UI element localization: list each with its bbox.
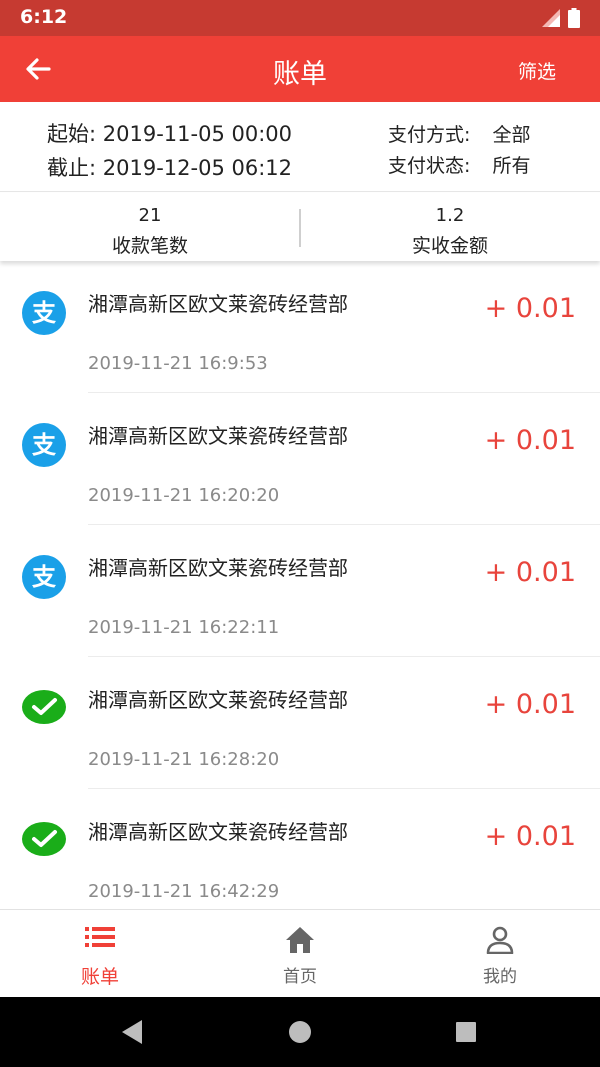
app-bar: 账单 筛选	[0, 36, 600, 102]
system-nav-bar	[0, 997, 600, 1067]
page-title: 账单	[273, 59, 327, 90]
transaction-count: 21 收款笔数	[0, 193, 300, 261]
alipay-icon: 支	[22, 291, 66, 335]
status-time: 6:12	[20, 6, 68, 28]
list-icon	[85, 927, 115, 947]
nav-label: 账单	[80, 966, 119, 988]
svg-text:支: 支	[32, 563, 57, 591]
alipay-icon: 支	[22, 423, 66, 467]
transaction-item[interactable]: 支 湘潭高新区欧文莱瓷砖经营部 2019-11-21 16:20:20 + 0.…	[0, 393, 600, 525]
transaction-time: 2019-11-21 16:28:20	[88, 749, 280, 770]
transaction-merchant: 湘潭高新区欧文莱瓷砖经营部	[88, 556, 348, 580]
filter-button[interactable]: 筛选	[518, 57, 556, 84]
wechat-pay-icon	[22, 690, 66, 724]
alipay-icon: 支	[22, 555, 66, 599]
status-bar: 6:12	[0, 0, 600, 36]
wechat-pay-icon	[22, 822, 66, 856]
nav-item-home[interactable]: 首页	[200, 910, 400, 998]
received-amount-label: 实收金额	[411, 235, 488, 257]
recents-square-icon[interactable]	[454, 1019, 478, 1045]
end-date-value: 2019-12-05 06:12	[102, 156, 293, 180]
payment-status-row[interactable]: 支付状态: 所有	[388, 151, 530, 178]
transaction-item[interactable]: 湘潭高新区欧文莱瓷砖经营部 2019-11-21 16:42:29 + 0.01	[0, 789, 600, 909]
transaction-merchant: 湘潭高新区欧文莱瓷砖经营部	[88, 688, 348, 712]
payment-status-label: 支付状态:	[388, 155, 471, 177]
end-date-row[interactable]: 截止: 2019-12-05 06:12	[47, 152, 292, 182]
transaction-merchant: 湘潭高新区欧文莱瓷砖经营部	[88, 820, 348, 844]
nav-label: 我的	[483, 967, 517, 987]
payment-method-row[interactable]: 支付方式: 全部	[388, 120, 530, 147]
nav-label: 首页	[283, 967, 317, 987]
transaction-amount: + 0.01	[484, 689, 576, 720]
end-date-label: 截止:	[47, 156, 97, 180]
payment-method-value: 全部	[492, 124, 531, 146]
transaction-time: 2019-11-21 16:22:11	[88, 617, 280, 638]
start-date-label: 起始:	[47, 122, 97, 146]
transaction-item[interactable]: 支 湘潭高新区欧文莱瓷砖经营部 2019-11-21 16:22:11 + 0.…	[0, 525, 600, 657]
transaction-list[interactable]: 支 湘潭高新区欧文莱瓷砖经营部 2019-11-21 16:9:53 + 0.0…	[0, 261, 600, 909]
battery-icon	[568, 8, 580, 28]
status-icons	[542, 8, 580, 28]
transaction-time: 2019-11-21 16:9:53	[88, 353, 268, 374]
back-triangle-icon[interactable]	[120, 1019, 144, 1045]
start-date-row[interactable]: 起始: 2019-11-05 00:00	[47, 118, 292, 148]
svg-text:支: 支	[32, 299, 57, 327]
signal-icon	[542, 9, 560, 27]
home-circle-icon[interactable]	[288, 1019, 312, 1045]
home-icon	[286, 927, 314, 953]
transaction-item[interactable]: 支 湘潭高新区欧文莱瓷砖经营部 2019-11-21 16:9:53 + 0.0…	[0, 261, 600, 393]
transaction-time: 2019-11-21 16:42:29	[88, 881, 280, 902]
date-filter-panel[interactable]: 起始: 2019-11-05 00:00 截止: 2019-12-05 06:1…	[0, 102, 600, 192]
transaction-count-value: 21	[138, 205, 162, 226]
nav-item-me[interactable]: 我的	[400, 910, 600, 998]
transaction-count-label: 收款笔数	[111, 235, 188, 257]
transaction-amount: + 0.01	[484, 821, 576, 852]
transaction-merchant: 湘潭高新区欧文莱瓷砖经营部	[88, 424, 348, 448]
transaction-time: 2019-11-21 16:20:20	[88, 485, 280, 506]
payment-status-value: 所有	[492, 155, 531, 177]
payment-method-label: 支付方式:	[388, 124, 471, 146]
transaction-amount: + 0.01	[484, 293, 576, 324]
transaction-amount: + 0.01	[484, 557, 576, 588]
transaction-amount: + 0.01	[484, 425, 576, 456]
transaction-merchant: 湘潭高新区欧文莱瓷砖经营部	[88, 292, 348, 316]
bottom-nav: 账单 首页 我的	[0, 909, 600, 997]
person-icon	[486, 926, 514, 954]
summary-bar: 21 收款笔数 1.2 实收金额	[0, 193, 600, 261]
received-amount: 1.2 实收金额	[300, 193, 600, 261]
transaction-item[interactable]: 湘潭高新区欧文莱瓷砖经营部 2019-11-21 16:28:20 + 0.01	[0, 657, 600, 789]
start-date-value: 2019-11-05 00:00	[102, 122, 293, 146]
nav-item-bills[interactable]: 账单	[0, 910, 200, 998]
svg-text:支: 支	[32, 431, 57, 459]
received-amount-value: 1.2	[435, 205, 465, 226]
